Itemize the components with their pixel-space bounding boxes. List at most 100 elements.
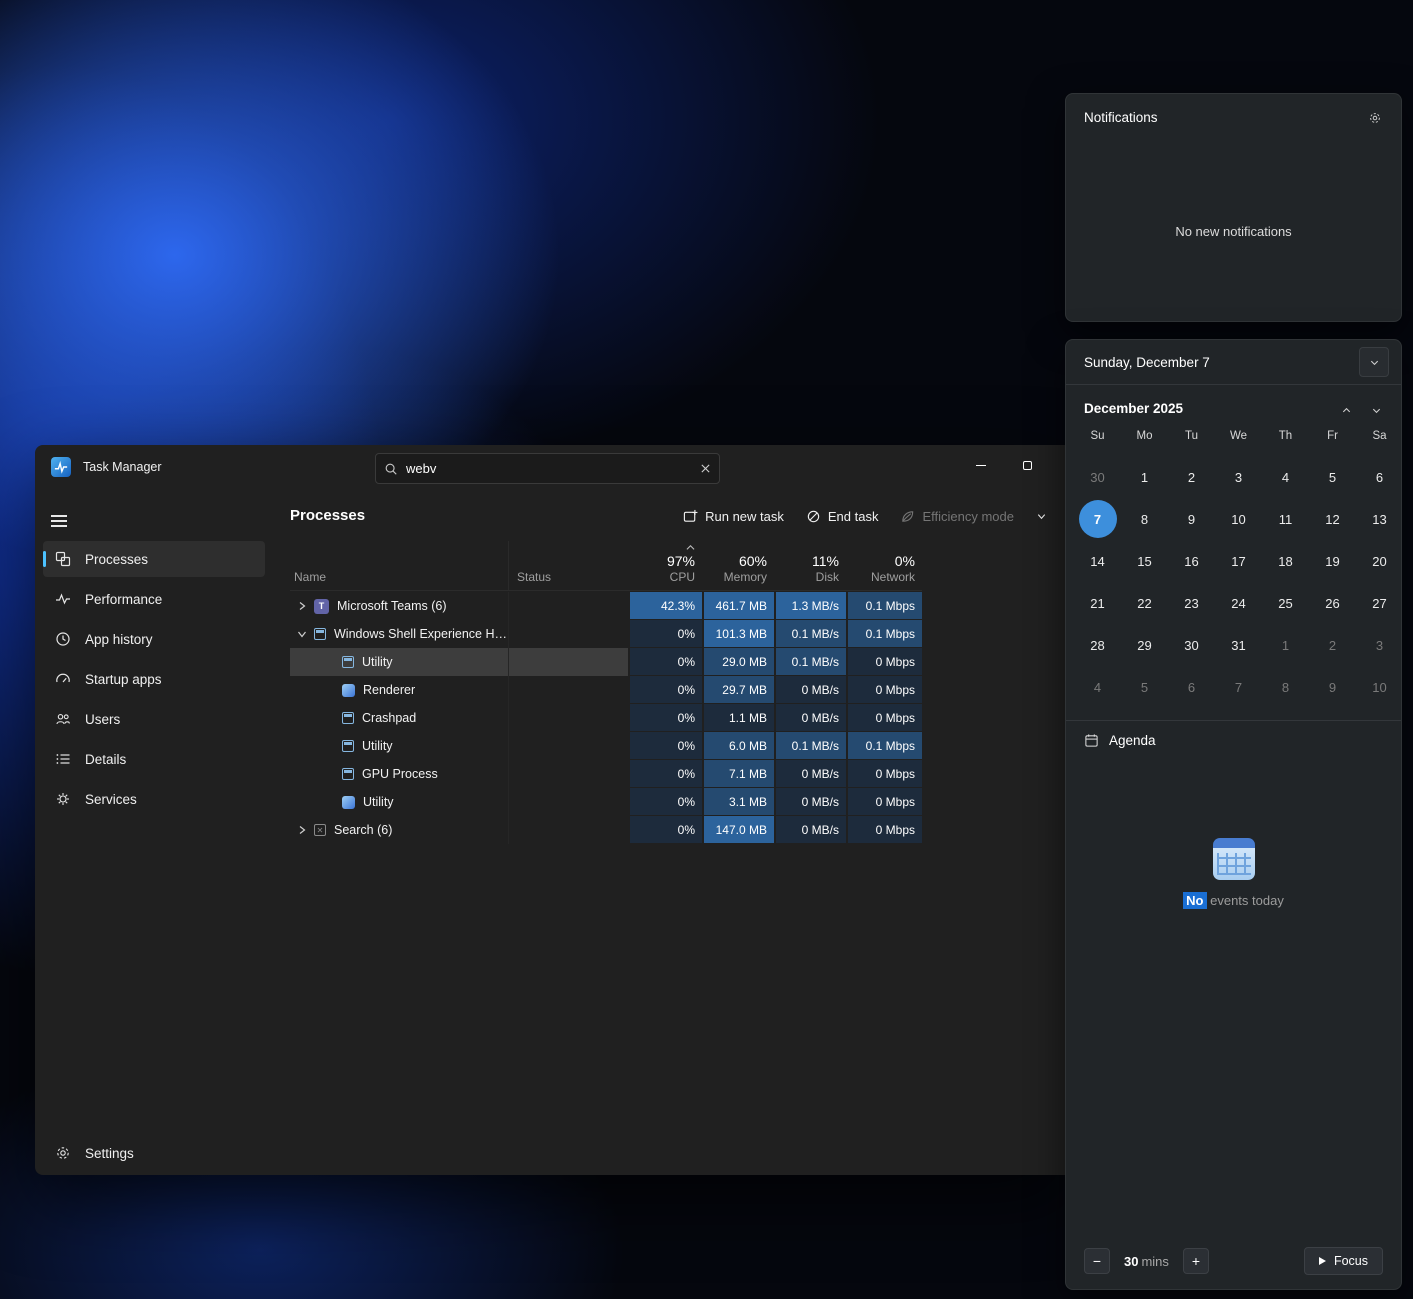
table-row[interactable]: Renderer0%29.7 MB0 MB/s0 Mbps — [290, 676, 1065, 704]
table-row[interactable]: Crashpad0%1.1 MB0 MB/s0 Mbps — [290, 704, 1065, 732]
calendar-day[interactable]: 8 — [1126, 500, 1164, 538]
calendar-day[interactable]: 1 — [1126, 458, 1164, 496]
table-row[interactable]: Search (6)0%147.0 MB0 MB/s0 Mbps — [290, 816, 1065, 844]
table-header: Name Status 97% CPU 60% Memory 11% Disk — [290, 541, 922, 591]
table-row[interactable]: Utility0%6.0 MB0.1 MB/s0.1 Mbps — [290, 732, 1065, 760]
calendar-day[interactable]: 28 — [1079, 626, 1117, 664]
calendar-day[interactable]: 18 — [1267, 542, 1305, 580]
process-name: GPU Process — [362, 767, 438, 781]
sidebar-item-services[interactable]: Services — [43, 781, 265, 817]
chevron-down-icon[interactable] — [294, 629, 310, 639]
table-row[interactable]: GPU Process0%7.1 MB0 MB/s0 Mbps — [290, 760, 1065, 788]
sidebar-item-startup-apps[interactable]: Startup apps — [43, 661, 265, 697]
increase-focus-duration-button[interactable]: + — [1183, 1248, 1209, 1274]
calendar-day[interactable]: 4 — [1267, 458, 1305, 496]
chevron-right-icon[interactable] — [294, 601, 310, 611]
calendar-collapse-button[interactable] — [1359, 347, 1389, 377]
column-header-cpu[interactable]: 97% CPU — [628, 541, 702, 590]
process-status — [508, 816, 628, 844]
sidebar-item-users[interactable]: Users — [43, 701, 265, 737]
clear-search-button[interactable] — [700, 463, 711, 474]
calendar-day[interactable]: 9 — [1173, 500, 1211, 538]
calendar-day[interactable]: 25 — [1267, 584, 1305, 622]
column-header-disk[interactable]: 11% Disk — [774, 541, 846, 590]
chevron-right-icon[interactable] — [294, 825, 310, 835]
end-task-button[interactable]: End task — [796, 503, 889, 530]
column-header-status[interactable]: Status — [508, 541, 628, 590]
calendar-day[interactable]: 6 — [1173, 668, 1211, 706]
calendar-day[interactable]: 23 — [1173, 584, 1211, 622]
sidebar-item-details[interactable]: Details — [43, 741, 265, 777]
users-icon — [55, 711, 71, 727]
agenda-section-header[interactable]: Agenda — [1066, 721, 1401, 760]
cpu-total: 97% — [667, 553, 695, 570]
calendar-day-selected[interactable]: 7 — [1079, 500, 1117, 538]
memory-total: 60% — [739, 553, 767, 570]
table-row[interactable]: Microsoft Teams (6)42.3%461.7 MB1.3 MB/s… — [290, 592, 1065, 620]
calendar-day[interactable]: 5 — [1126, 668, 1164, 706]
calendar-day[interactable]: 8 — [1267, 668, 1305, 706]
process-status — [508, 592, 628, 620]
table-row[interactable]: Utility0%29.0 MB0.1 MB/s0 Mbps — [290, 648, 1065, 676]
efficiency-mode-button[interactable]: Efficiency mode — [890, 503, 1024, 530]
calendar-day[interactable]: 22 — [1126, 584, 1164, 622]
calendar-day[interactable]: 5 — [1314, 458, 1352, 496]
calendar-day[interactable]: 13 — [1361, 500, 1399, 538]
calendar-day[interactable]: 12 — [1314, 500, 1352, 538]
calendar-day[interactable]: 3 — [1361, 626, 1399, 664]
toolbar-overflow-button[interactable] — [1026, 505, 1057, 528]
calendar-next-month-button[interactable] — [1361, 395, 1391, 425]
sidebar-item-processes[interactable]: Processes — [43, 541, 265, 577]
calendar-day[interactable]: 2 — [1314, 626, 1352, 664]
calendar-day[interactable]: 19 — [1314, 542, 1352, 580]
calendar-day[interactable]: 17 — [1220, 542, 1258, 580]
calendar-day[interactable]: 14 — [1079, 542, 1117, 580]
calendar-prev-month-button[interactable] — [1331, 395, 1361, 425]
run-new-task-button[interactable]: Run new task — [673, 503, 794, 530]
decrease-focus-duration-button[interactable]: − — [1084, 1248, 1110, 1274]
calendar-day[interactable]: 11 — [1267, 500, 1305, 538]
calendar-day[interactable]: 2 — [1173, 458, 1211, 496]
column-header-network[interactable]: 0% Network — [846, 541, 922, 590]
minimize-button[interactable] — [958, 445, 1004, 485]
search-input[interactable] — [406, 461, 692, 476]
calendar-day[interactable]: 24 — [1220, 584, 1258, 622]
calendar-day[interactable]: 30 — [1173, 626, 1211, 664]
focus-button[interactable]: Focus — [1304, 1247, 1383, 1275]
calendar-day[interactable]: 20 — [1361, 542, 1399, 580]
calendar-day[interactable]: 30 — [1079, 458, 1117, 496]
calendar-day[interactable]: 31 — [1220, 626, 1258, 664]
sidebar-item-settings[interactable]: Settings — [43, 1135, 265, 1171]
sidebar-item-performance[interactable]: Performance — [43, 581, 265, 617]
calendar-day[interactable]: 10 — [1220, 500, 1258, 538]
calendar-day[interactable]: 27 — [1361, 584, 1399, 622]
cell-memory: 461.7 MB — [702, 592, 774, 620]
calendar-day[interactable]: 1 — [1267, 626, 1305, 664]
calendar-day[interactable]: 29 — [1126, 626, 1164, 664]
sidebar-item-app-history[interactable]: App history — [43, 621, 265, 657]
calendar-day[interactable]: 10 — [1361, 668, 1399, 706]
calendar-day[interactable]: 6 — [1361, 458, 1399, 496]
calendar-day[interactable]: 7 — [1220, 668, 1258, 706]
table-row[interactable]: Utility0%3.1 MB0 MB/s0 Mbps — [290, 788, 1065, 816]
column-header-memory[interactable]: 60% Memory — [702, 541, 774, 590]
table-row[interactable]: Windows Shell Experience Hos...0%101.3 M… — [290, 620, 1065, 648]
notification-settings-button[interactable] — [1359, 102, 1391, 134]
column-header-name[interactable]: Name — [290, 541, 508, 590]
calendar-day[interactable]: 9 — [1314, 668, 1352, 706]
calendar-day[interactable]: 4 — [1079, 668, 1117, 706]
cell-disk: 0.1 MB/s — [774, 620, 846, 648]
search-box[interactable] — [375, 453, 720, 484]
network-label: Network — [871, 570, 915, 584]
titlebar[interactable]: Task Manager — [35, 445, 1065, 491]
hamburger-menu-button[interactable] — [51, 507, 83, 535]
weekday-label: Sa — [1356, 426, 1403, 446]
calendar-weekdays: SuMoTuWeThFrSa — [1066, 426, 1401, 446]
calendar-day[interactable]: 26 — [1314, 584, 1352, 622]
calendar-day[interactable]: 15 — [1126, 542, 1164, 580]
calendar-day[interactable]: 16 — [1173, 542, 1211, 580]
calendar-day[interactable]: 21 — [1079, 584, 1117, 622]
process-rows: Microsoft Teams (6)42.3%461.7 MB1.3 MB/s… — [290, 592, 1065, 844]
maximize-button[interactable] — [1004, 445, 1050, 485]
calendar-day[interactable]: 3 — [1220, 458, 1258, 496]
